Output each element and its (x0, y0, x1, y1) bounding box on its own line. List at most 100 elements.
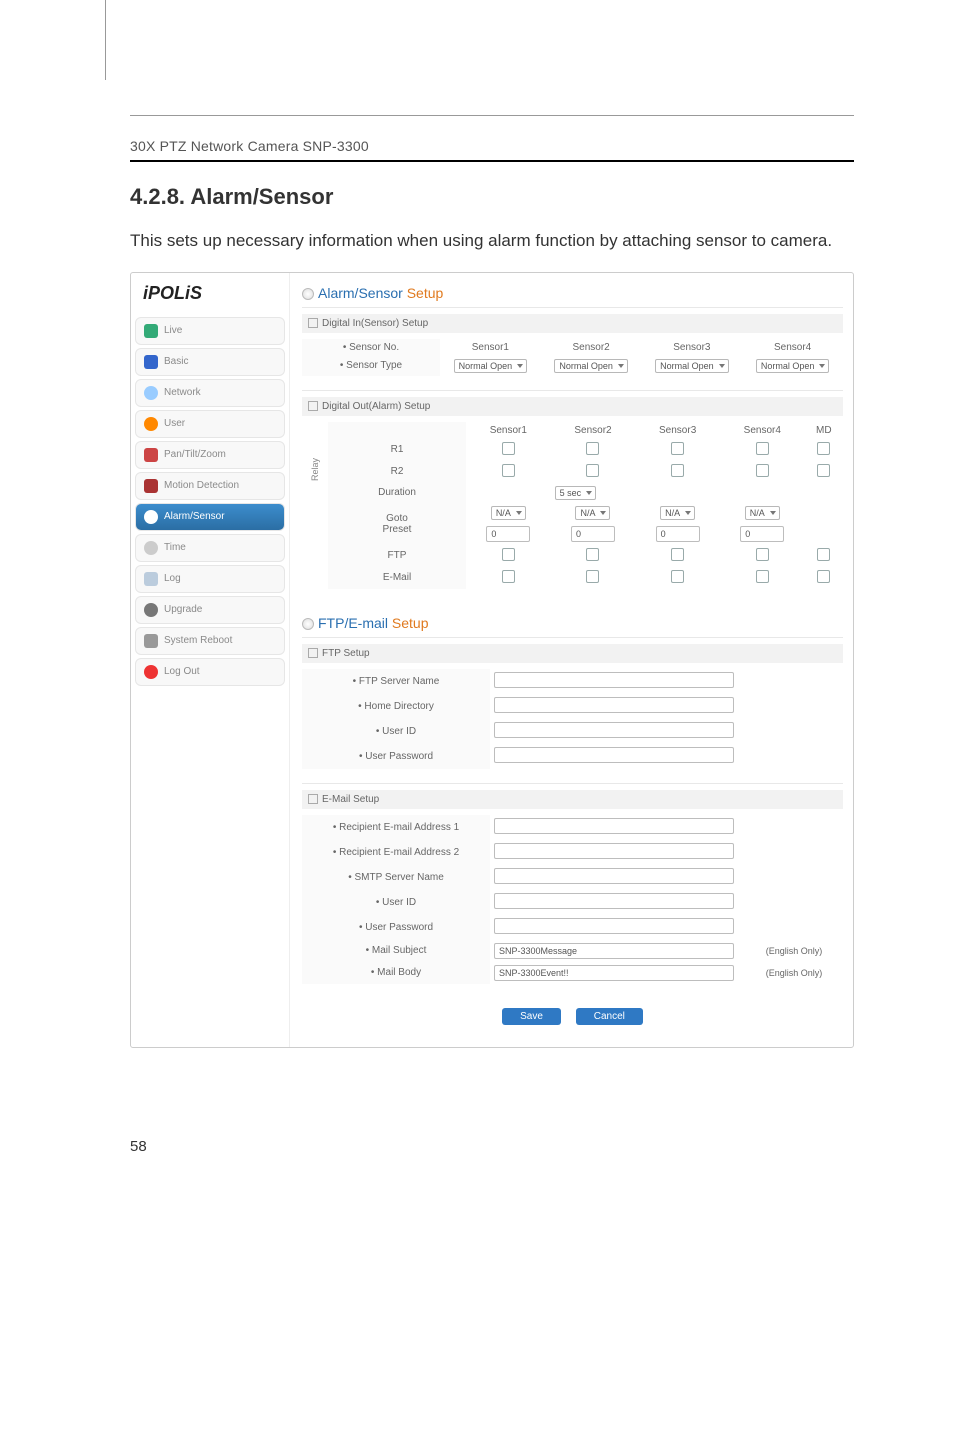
gear-icon (144, 603, 158, 617)
preset-input[interactable]: 0 (486, 526, 530, 542)
table-row: Sensor1 Sensor2 Sensor3 Sensor4 MD (302, 422, 843, 439)
row-label: • User ID (302, 719, 490, 744)
nav-time[interactable]: Time (135, 534, 285, 562)
note-english-only: (English Only) (745, 940, 843, 962)
recipient2-input[interactable] (494, 843, 734, 859)
nav-reboot[interactable]: System Reboot (135, 627, 285, 655)
nav-alarm-sensor[interactable]: Alarm/Sensor (135, 503, 285, 531)
row-label: • SMTP Server Name (302, 865, 490, 890)
col-header: Sensor2 (551, 422, 636, 439)
checkbox[interactable] (817, 464, 830, 477)
nav-label: Network (164, 387, 201, 398)
sensor-type-select[interactable]: Normal Open (554, 359, 628, 373)
ftp-password-input[interactable] (494, 747, 734, 763)
checkbox[interactable] (586, 464, 599, 477)
sensor-type-select[interactable]: Normal Open (454, 359, 528, 373)
goto-select[interactable]: N/A (660, 506, 695, 520)
section-heading: 4.2.8. Alarm/Sensor (130, 184, 854, 210)
section-title-ftp: FTP/E-mail Setup (302, 609, 843, 633)
checkbox[interactable] (756, 442, 769, 455)
nav-label: Basic (164, 356, 188, 367)
checkbox[interactable] (586, 442, 599, 455)
preset-input[interactable]: 0 (740, 526, 784, 542)
nav-logout[interactable]: Log Out (135, 658, 285, 686)
nav-label: Pan/Tilt/Zoom (164, 449, 226, 460)
square-icon (308, 401, 318, 411)
nav-user[interactable]: User (135, 410, 285, 438)
goto-select[interactable]: N/A (575, 506, 610, 520)
nav-label: User (164, 418, 185, 429)
panel-email: E-Mail Setup • Recipient E-mail Address … (302, 783, 843, 994)
nav-log[interactable]: Log (135, 565, 285, 593)
checkbox[interactable] (671, 570, 684, 583)
note-english-only: (English Only) (745, 962, 843, 984)
table-row: • Recipient E-mail Address 2 (302, 840, 843, 865)
nav-network[interactable]: Network (135, 379, 285, 407)
goto-select[interactable]: N/A (745, 506, 780, 520)
ftp-userid-input[interactable] (494, 722, 734, 738)
checkbox[interactable] (502, 442, 515, 455)
section-intro: This sets up necessary information when … (130, 227, 854, 256)
checkbox[interactable] (817, 442, 830, 455)
preset-input[interactable]: 0 (656, 526, 700, 542)
page-number: 58 (130, 1138, 854, 1155)
checkbox[interactable] (586, 570, 599, 583)
nav-ptz[interactable]: Pan/Tilt/Zoom (135, 441, 285, 469)
checkbox[interactable] (502, 464, 515, 477)
checkbox[interactable] (817, 570, 830, 583)
panel-digital-out: Digital Out(Alarm) Setup Sensor1 Sensor2… (302, 390, 843, 599)
checkbox[interactable] (756, 570, 769, 583)
checkbox[interactable] (502, 548, 515, 561)
checkbox[interactable] (756, 548, 769, 561)
email-userid-input[interactable] (494, 893, 734, 909)
checkbox[interactable] (671, 442, 684, 455)
clock-icon (144, 541, 158, 555)
nav-label: Upgrade (164, 604, 202, 615)
checkbox[interactable] (586, 548, 599, 561)
panel-header: Digital Out(Alarm) Setup (302, 397, 843, 416)
col-header: Sensor4 (742, 339, 843, 356)
goto-select[interactable]: N/A (491, 506, 526, 520)
mail-body-input[interactable]: SNP-3300Event!! (494, 965, 734, 981)
checkbox[interactable] (817, 548, 830, 561)
preset-input[interactable]: 0 (571, 526, 615, 542)
nav-live[interactable]: Live (135, 317, 285, 345)
panel-digital-in: Digital In(Sensor) Setup • Sensor No. Se… (302, 307, 843, 386)
panel-title: E-Mail Setup (322, 794, 379, 805)
panel-title: Digital Out(Alarm) Setup (322, 401, 430, 412)
cancel-button[interactable]: Cancel (576, 1008, 643, 1025)
digital-in-table: • Sensor No. Sensor1 Sensor2 Sensor3 Sen… (302, 339, 843, 376)
title-accent: Setup (407, 285, 444, 301)
ftp-home-input[interactable] (494, 697, 734, 713)
user-icon (144, 417, 158, 431)
checkbox[interactable] (671, 548, 684, 561)
nav-label: Log Out (164, 666, 200, 677)
nav-motion[interactable]: Motion Detection (135, 472, 285, 500)
nav-upgrade[interactable]: Upgrade (135, 596, 285, 624)
ftp-table: • FTP Server Name • Home Directory • Use… (302, 669, 843, 769)
mail-subject-input[interactable]: SNP-3300Message (494, 943, 734, 959)
nav-basic[interactable]: Basic (135, 348, 285, 376)
sensor-type-select[interactable]: Normal Open (756, 359, 830, 373)
bullet-icon (302, 618, 314, 630)
row-label: FTP (328, 545, 466, 567)
row-label: • User Password (302, 744, 490, 769)
table-row: • SMTP Server Name (302, 865, 843, 890)
smtp-server-input[interactable] (494, 868, 734, 884)
row-label: • Mail Body (302, 962, 490, 984)
duration-select[interactable]: 5 sec (555, 486, 597, 500)
ftp-server-input[interactable] (494, 672, 734, 688)
checkbox[interactable] (502, 570, 515, 583)
checkbox[interactable] (671, 464, 684, 477)
checkbox[interactable] (756, 464, 769, 477)
col-header: Sensor1 (440, 339, 541, 356)
row-label: E-Mail (328, 567, 466, 589)
nav-label: System Reboot (164, 635, 232, 646)
monitor-icon (144, 355, 158, 369)
email-password-input[interactable] (494, 918, 734, 934)
sensor-type-select[interactable]: Normal Open (655, 359, 729, 373)
reboot-icon (144, 634, 158, 648)
table-row: • User ID (302, 890, 843, 915)
recipient1-input[interactable] (494, 818, 734, 834)
save-button[interactable]: Save (502, 1008, 561, 1025)
